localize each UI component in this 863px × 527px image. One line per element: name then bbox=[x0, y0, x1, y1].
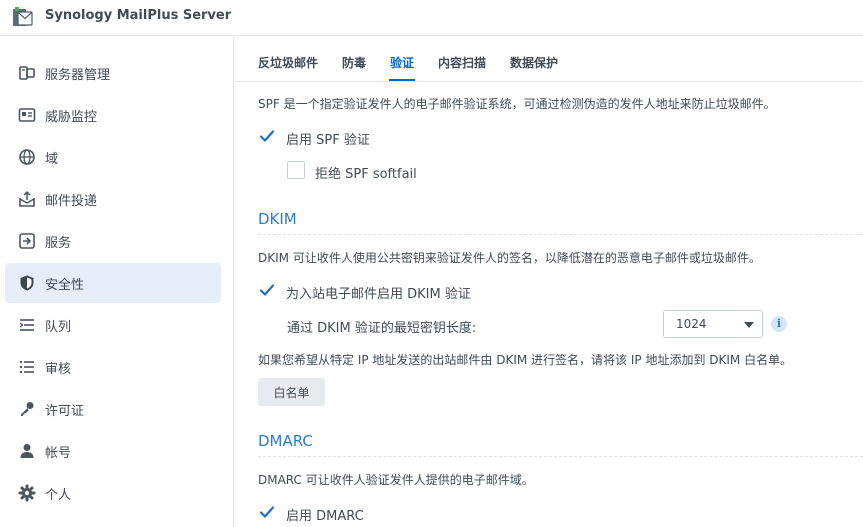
dmarc-description: DMARC 可让收件人验证发件人提供的电子邮件域。 bbox=[258, 473, 534, 487]
sidebar-item-queue[interactable]: 队列 bbox=[5, 305, 221, 345]
mail-delivery-icon bbox=[18, 190, 36, 208]
spf-description: SPF 是一个指定验证发件人的电子邮件验证系统，可通过检测伪造的发件人地址来防止… bbox=[258, 97, 776, 111]
sidebar-item-audit[interactable]: 审核 bbox=[5, 347, 221, 387]
sidebar-item-label: 审核 bbox=[45, 362, 72, 377]
sidebar-item-label: 服务器管理 bbox=[45, 68, 111, 83]
gear-icon bbox=[18, 484, 36, 502]
tab-antispam[interactable]: 反垃圾邮件 bbox=[258, 54, 318, 71]
service-icon bbox=[18, 232, 36, 250]
tab-bar: 反垃圾邮件 防毒 验证 内容扫描 数据保护 bbox=[235, 37, 863, 82]
key-icon bbox=[18, 400, 36, 418]
sidebar-item-account[interactable]: 帐号 bbox=[5, 431, 221, 471]
checkmark-icon bbox=[259, 130, 275, 142]
queue-icon bbox=[18, 316, 36, 334]
sidebar-item-server-management[interactable]: 服务器管理 bbox=[5, 53, 221, 93]
sidebar-item-label: 威胁监控 bbox=[45, 110, 98, 125]
sidebar-item-label: 安全性 bbox=[45, 278, 85, 293]
info-icon[interactable]: i bbox=[771, 316, 787, 332]
tab-content-scan[interactable]: 内容扫描 bbox=[438, 54, 486, 71]
dkim-key-length-value: 1024 bbox=[676, 317, 707, 331]
dkim-key-length-label: 通过 DKIM 验证的最短密钥长度: bbox=[287, 321, 477, 336]
sidebar-item-label: 许可证 bbox=[45, 404, 85, 419]
dmarc-section-title: DMARC bbox=[258, 432, 313, 450]
whitelist-button-label: 白名单 bbox=[273, 386, 310, 400]
dkim-key-length-select[interactable]: 1024 bbox=[663, 310, 763, 338]
checkmark-icon bbox=[259, 284, 275, 296]
dkim-section-title: DKIM bbox=[258, 210, 297, 228]
dkim-enable-checkbox[interactable] bbox=[258, 281, 276, 299]
globe-icon bbox=[18, 148, 36, 166]
sidebar-item-label: 帐号 bbox=[45, 446, 72, 461]
sidebar-item-mail-delivery[interactable]: 邮件投递 bbox=[5, 179, 221, 219]
chevron-down-icon bbox=[744, 322, 754, 328]
tab-data-protection[interactable]: 数据保护 bbox=[510, 54, 558, 71]
sidebar-item-personal[interactable]: 个人 bbox=[5, 473, 221, 513]
spf-enable-label[interactable]: 启用 SPF 验证 bbox=[286, 129, 370, 148]
dmarc-enable-label[interactable]: 启用 DMARC bbox=[286, 505, 364, 524]
sidebar-item-label: 个人 bbox=[45, 488, 72, 503]
dkim-whitelist-note: 如果您希望从特定 IP 地址发送的出站邮件由 DKIM 进行签名，请将该 IP … bbox=[258, 353, 793, 367]
spf-softfail-checkbox[interactable] bbox=[287, 161, 305, 179]
sidebar-item-service[interactable]: 服务 bbox=[5, 221, 221, 261]
sidebar-item-label: 服务 bbox=[45, 236, 72, 251]
whitelist-button[interactable]: 白名单 bbox=[258, 378, 325, 406]
spf-enable-checkbox[interactable] bbox=[258, 127, 276, 145]
active-tab-indicator bbox=[389, 79, 415, 81]
sidebar-item-label: 邮件投递 bbox=[45, 194, 98, 209]
sidebar-item-label: 域 bbox=[45, 152, 59, 167]
app-title: Synology MailPlus Server bbox=[45, 8, 232, 23]
dkim-description: DKIM 可让收件人使用公共密钥来验证发件人的签名，以降低潜在的恶意电子邮件或垃… bbox=[258, 251, 761, 265]
section-divider bbox=[258, 456, 863, 457]
sidebar-item-license[interactable]: 许可证 bbox=[5, 389, 221, 429]
sidebar-item-label: 队列 bbox=[45, 320, 72, 335]
sidebar: 服务器管理 威胁监控 域 邮件投递 服务 安全性 队列 审核 许可证 帐号 个人 bbox=[0, 37, 234, 527]
sidebar-item-threat-monitor[interactable]: 威胁监控 bbox=[5, 95, 221, 135]
tab-authentication[interactable]: 验证 bbox=[390, 54, 414, 71]
sidebar-item-domain[interactable]: 域 bbox=[5, 137, 221, 177]
threat-monitor-icon bbox=[18, 106, 36, 124]
title-bar: Synology MailPlus Server bbox=[0, 0, 863, 36]
user-icon bbox=[18, 442, 36, 460]
server-management-icon bbox=[18, 64, 36, 82]
shield-icon bbox=[18, 274, 36, 292]
sidebar-item-security[interactable]: 安全性 bbox=[5, 263, 221, 303]
spf-softfail-label[interactable]: 拒绝 SPF softfail bbox=[315, 163, 417, 182]
tab-antivirus[interactable]: 防毒 bbox=[342, 54, 366, 71]
section-divider bbox=[258, 234, 863, 235]
mailplus-logo-icon bbox=[12, 6, 34, 28]
dkim-enable-label[interactable]: 为入站电子邮件启用 DKIM 验证 bbox=[286, 283, 471, 302]
checkmark-icon bbox=[259, 506, 275, 518]
audit-list-icon bbox=[18, 358, 36, 376]
dmarc-enable-checkbox[interactable] bbox=[258, 503, 276, 521]
